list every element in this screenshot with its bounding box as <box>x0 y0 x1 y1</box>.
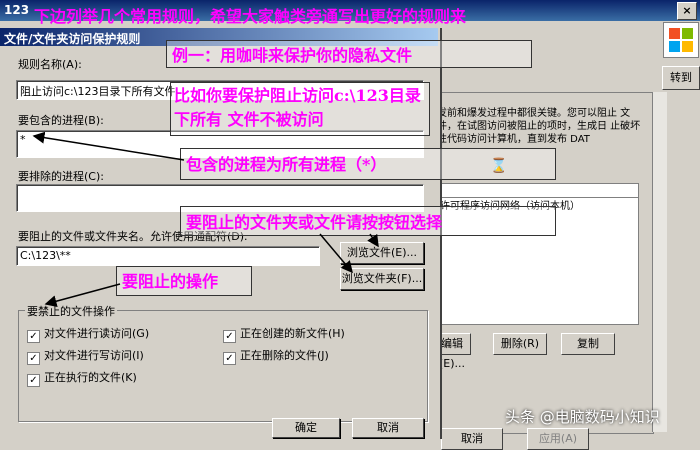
include-process-arrow <box>32 131 185 161</box>
browse-folder-arrow <box>319 233 353 274</box>
watermark: 头条 @电脑数码小知识 <box>505 408 660 426</box>
browse-button-arrow <box>367 233 379 248</box>
actions-group-arrow <box>44 283 121 308</box>
annotation-arrows <box>32 131 379 308</box>
